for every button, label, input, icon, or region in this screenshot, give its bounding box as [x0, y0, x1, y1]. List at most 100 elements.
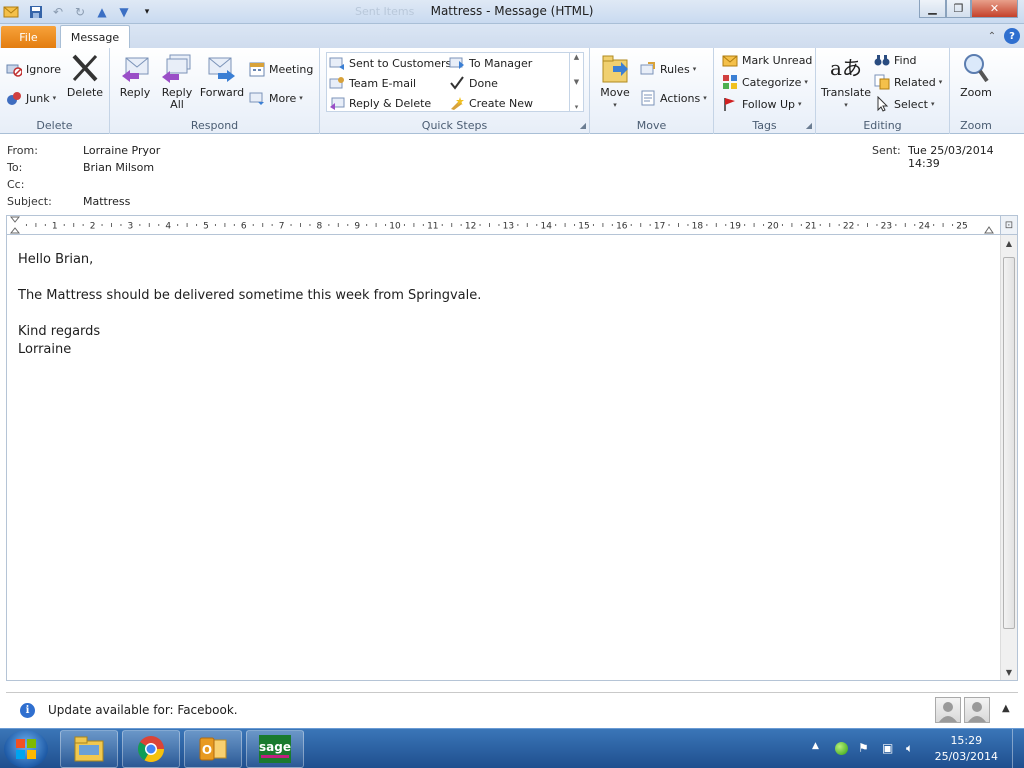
ruler-number: 15: [578, 222, 589, 232]
volume-icon[interactable]: 🔈︎: [906, 741, 913, 756]
translate-button[interactable]: aあ Translate ▾: [821, 52, 871, 111]
sage-icon: sage: [259, 735, 291, 763]
ruler-number: 2: [90, 222, 96, 232]
follow-up-button[interactable]: Follow Up ▾: [722, 94, 802, 114]
contact-photo-icon[interactable]: [935, 697, 961, 723]
ruler-number: 24: [918, 222, 930, 232]
zoom-button[interactable]: Zoom: [954, 52, 998, 99]
body-line: The Mattress should be delivered sometim…: [18, 288, 482, 303]
rules-button[interactable]: Rules ▾: [640, 59, 696, 79]
minimize-button[interactable]: ▁: [919, 0, 946, 18]
taskbar-chrome[interactable]: [122, 730, 180, 768]
status-green-icon[interactable]: [835, 742, 848, 755]
message-body[interactable]: Hello Brian, The Mattress should be deli…: [6, 235, 1018, 681]
quick-step-reply-delete[interactable]: Reply & Delete: [329, 93, 431, 113]
title-bar: ↶ ↻ ▲ ▼ ▾ Sent Items Mattress - Message …: [0, 0, 1024, 24]
view-ruler-icon[interactable]: ⊡: [1000, 216, 1017, 234]
ruler-number: 21: [805, 222, 816, 232]
info-icon: i: [20, 703, 35, 718]
related-button[interactable]: Related ▾: [874, 72, 942, 92]
quick-steps-group-label: Quick Steps: [421, 119, 488, 132]
binoculars-icon: [874, 52, 890, 68]
folder-icon: [74, 736, 104, 762]
start-button[interactable]: [4, 730, 48, 768]
tags-group: Mark Unread Categorize ▾ Follow Up ▾ Tags …: [714, 48, 816, 134]
network-icon[interactable]: ▣: [882, 741, 893, 755]
to-value[interactable]: Brian Milsom: [83, 161, 154, 174]
show-desktop-button[interactable]: [1012, 729, 1024, 768]
ruler-number: 25: [956, 222, 967, 232]
unread-envelope-icon: [722, 52, 738, 68]
junk-button[interactable]: Junk ▾: [6, 88, 56, 108]
ruler-number: 23: [881, 222, 892, 232]
tags-launcher-icon[interactable]: ◢: [806, 121, 812, 130]
quick-steps-launcher-icon[interactable]: ◢: [580, 121, 586, 130]
quick-step-done[interactable]: Done: [449, 73, 498, 93]
indent-marker[interactable]: [9, 216, 21, 234]
scroll-thumb[interactable]: [1003, 257, 1015, 629]
move-icon: [599, 52, 631, 84]
zoom-group: Zoom Zoom: [950, 48, 1002, 134]
taskbar-explorer[interactable]: [60, 730, 118, 768]
more-button[interactable]: More ▾: [249, 88, 303, 108]
ignore-button[interactable]: Ignore: [6, 59, 61, 79]
quick-step-team-email[interactable]: Team E-mail: [329, 73, 416, 93]
from-label: From:: [7, 144, 38, 157]
ruler-number: 16: [616, 222, 628, 232]
right-indent-marker[interactable]: [984, 226, 994, 234]
info-bar: i Update available for: Facebook. ▲: [6, 692, 1018, 728]
show-hidden-icons[interactable]: ▲: [812, 741, 819, 751]
delete-icon: [69, 52, 101, 84]
ruler-number: 8: [317, 222, 323, 232]
close-button[interactable]: ✕: [971, 0, 1018, 18]
tab-message[interactable]: Message: [60, 25, 130, 48]
vertical-scrollbar[interactable]: ▲ ▼: [1000, 235, 1017, 680]
scroll-up-arrow[interactable]: ▲: [1001, 235, 1017, 251]
reply-all-button[interactable]: Reply All: [155, 52, 199, 111]
quick-step-sent-to-customers[interactable]: Sent to Customers: [329, 53, 451, 73]
ruler-number: 18: [692, 222, 704, 232]
help-icon[interactable]: ?: [1004, 28, 1020, 44]
from-value[interactable]: Lorraine Pryor: [83, 144, 160, 157]
collapse-ribbon-icon[interactable]: ⌃: [984, 28, 1000, 44]
ruler-number: 7: [279, 222, 285, 232]
delete-button[interactable]: Delete: [63, 52, 107, 99]
tab-file[interactable]: File: [1, 26, 56, 48]
mark-unread-button[interactable]: Mark Unread: [722, 50, 812, 70]
quick-steps-scroll[interactable]: ▲ ▼ ▾: [569, 53, 583, 111]
taskbar-sage[interactable]: sage: [246, 730, 304, 768]
move-button[interactable]: Move ▾: [593, 52, 637, 111]
reply-button[interactable]: Reply: [113, 52, 157, 99]
message-header: From: Lorraine Pryor To: Brian Milsom Cc…: [0, 134, 1024, 212]
forward-button[interactable]: Forward: [200, 52, 244, 99]
system-clock[interactable]: 15:29 25/03/2014: [935, 733, 998, 765]
ruler-number: 9: [354, 222, 360, 232]
taskbar-outlook[interactable]: O: [184, 730, 242, 768]
ruler-number: 11: [427, 222, 438, 232]
maximize-button[interactable]: ❐: [946, 0, 971, 18]
scroll-down-arrow[interactable]: ▼: [1001, 664, 1017, 680]
ruler-number: 17: [654, 222, 665, 232]
checkmark-icon: [449, 75, 465, 91]
find-button[interactable]: Find: [874, 50, 917, 70]
subject-value: Mattress: [83, 195, 131, 208]
ruler[interactable]: 1 2 3 4 5 6 7 8 9 10 11 12 13 14 15 16 17 18 19 20 21 22 23 24 2…: [6, 215, 1018, 235]
expand-people-pane-icon[interactable]: ▲: [1002, 703, 1010, 714]
update-notice[interactable]: Update available for: Facebook.: [48, 703, 238, 717]
actions-button[interactable]: Actions ▾: [640, 88, 707, 108]
ignore-icon: [6, 61, 22, 77]
reply-delete-icon: [329, 95, 345, 111]
to-label: To:: [7, 161, 23, 174]
contact-photo-icon[interactable]: [964, 697, 990, 723]
quick-step-to-manager[interactable]: To Manager: [449, 53, 532, 73]
rules-icon: [640, 61, 656, 77]
svg-text:O: O: [202, 743, 212, 757]
categorize-button[interactable]: Categorize ▾: [722, 72, 808, 92]
ribbon-tabs: File Message ⌃ ?: [0, 24, 1024, 48]
action-center-flag-icon[interactable]: ⚑: [858, 741, 869, 755]
meeting-button[interactable]: Meeting: [249, 59, 313, 79]
message-text[interactable]: Hello Brian, The Mattress should be deli…: [18, 251, 481, 359]
select-button[interactable]: Select ▾: [874, 94, 934, 114]
ruler-number: 4: [165, 222, 171, 232]
quick-step-create-new[interactable]: Create New: [449, 93, 533, 113]
